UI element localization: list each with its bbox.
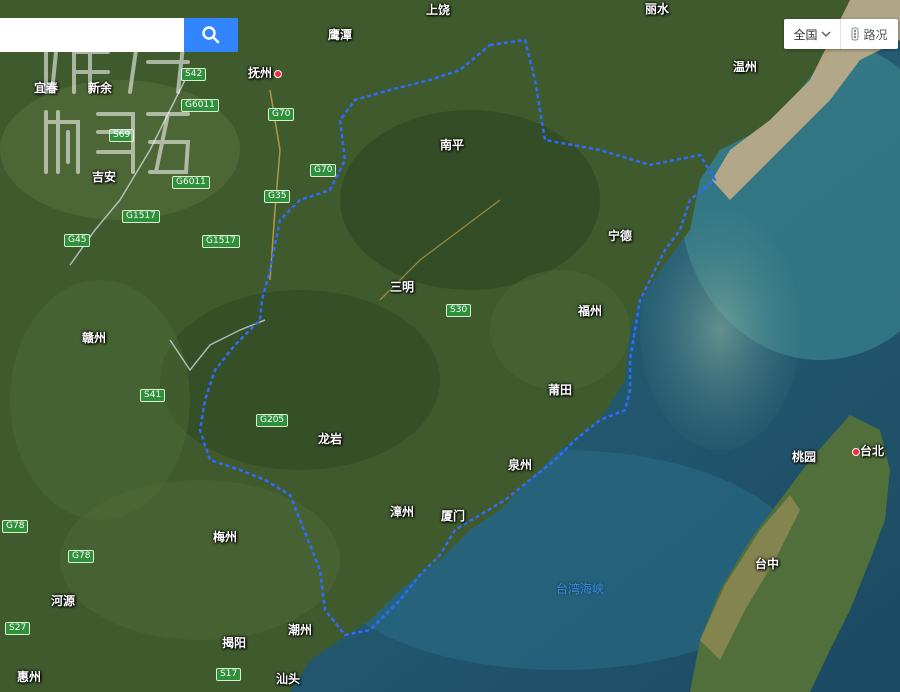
search-bar xyxy=(0,18,238,52)
chevron-down-icon xyxy=(821,31,830,37)
map-controls: 全国 路况 xyxy=(784,19,898,49)
search-icon xyxy=(202,26,220,44)
city-label[interactable]: 三明 xyxy=(390,278,414,295)
city-label[interactable]: 汕头 xyxy=(276,670,300,687)
road-shield: G70 xyxy=(268,108,295,121)
city-label[interactable]: 丽水 xyxy=(645,0,669,17)
city-label[interactable]: 抚州 xyxy=(248,64,283,81)
city-label[interactable]: 厦门 xyxy=(441,507,465,524)
city-label[interactable]: 漳州 xyxy=(390,503,414,520)
city-marker xyxy=(274,69,283,78)
road-shield: S41 xyxy=(140,389,166,402)
city-label[interactable]: 台北 xyxy=(850,442,884,459)
city-label[interactable]: 泉州 xyxy=(508,456,532,473)
city-label[interactable]: 龙岩 xyxy=(318,430,342,447)
sea-label: 台湾海峡 xyxy=(556,582,605,596)
road-shield: G205 xyxy=(256,414,289,427)
road-shield: G78 xyxy=(2,520,29,533)
city-label[interactable]: 赣州 xyxy=(82,329,106,346)
road-shield: G1517 xyxy=(202,235,240,248)
city-label[interactable]: 福州 xyxy=(578,302,602,319)
road-shield: G70 xyxy=(310,164,337,177)
scope-dropdown[interactable]: 全国 xyxy=(784,19,841,49)
city-label[interactable]: 温州 xyxy=(733,58,757,75)
city-label[interactable]: 台中 xyxy=(755,555,779,572)
city-label[interactable]: 揭阳 xyxy=(222,634,246,651)
city-label[interactable]: 莆田 xyxy=(548,381,572,398)
road-shield: S17 xyxy=(216,668,242,681)
search-button[interactable] xyxy=(184,18,238,52)
road-shield: G1517 xyxy=(122,210,160,223)
city-marker xyxy=(852,447,860,456)
city-label[interactable]: 鹰潭 xyxy=(328,26,352,43)
traffic-light-icon xyxy=(851,27,859,41)
road-shield: G45 xyxy=(64,234,91,247)
road-shield: G78 xyxy=(68,550,95,563)
city-label[interactable]: 宁德 xyxy=(608,227,632,244)
city-label[interactable]: 桃园 xyxy=(792,448,816,465)
search-input[interactable] xyxy=(0,18,184,52)
road-shield: S30 xyxy=(446,304,472,317)
city-label[interactable]: 惠州 xyxy=(17,668,41,685)
road-shield: S27 xyxy=(5,622,31,635)
traffic-label: 路况 xyxy=(863,27,888,42)
city-label[interactable]: 梅州 xyxy=(213,528,237,545)
scope-label: 全国 xyxy=(793,27,818,42)
city-label[interactable]: 上饶 xyxy=(426,1,450,18)
traffic-toggle[interactable]: 路况 xyxy=(841,19,898,49)
city-label[interactable]: 潮州 xyxy=(288,621,312,638)
city-label[interactable]: 河源 xyxy=(51,592,75,609)
city-label[interactable]: 南平 xyxy=(440,136,464,153)
road-shield: G35 xyxy=(264,190,291,203)
